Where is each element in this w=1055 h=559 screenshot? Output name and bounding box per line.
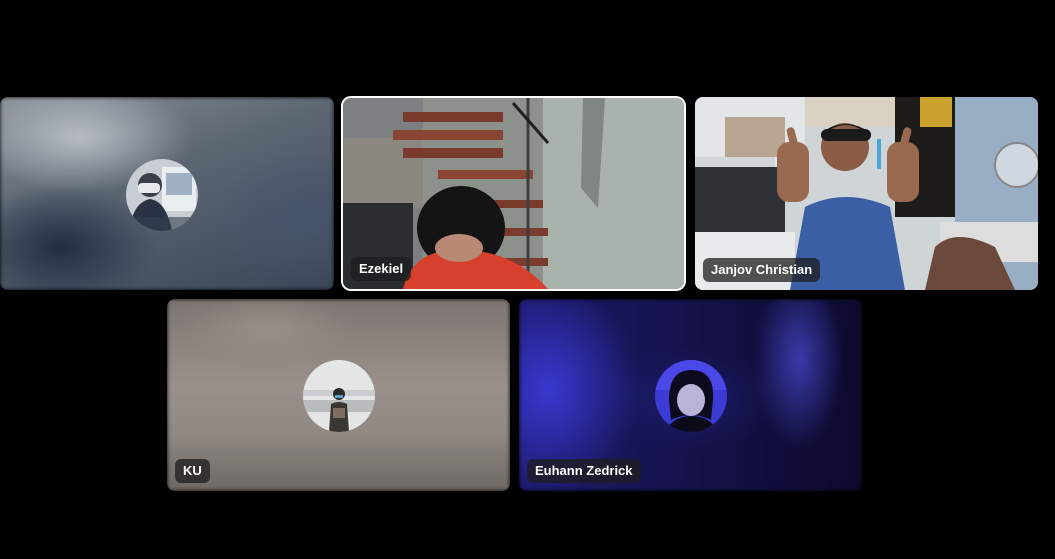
participant-avatar <box>303 360 375 432</box>
participant-avatar <box>126 159 198 231</box>
participant-name-label: Euhann Zedrick <box>527 459 641 483</box>
participant-avatar <box>655 360 727 432</box>
participant-tile-5[interactable]: Euhann Zedrick <box>519 299 862 491</box>
participant-name-label: Ezekiel <box>351 257 412 281</box>
participant-name-label: Janjov Christian <box>703 258 821 282</box>
participant-tile-1[interactable] <box>0 97 334 290</box>
video-call-grid: Ezekiel Janjov Christian KU Euhann Zedri… <box>0 0 1055 559</box>
participant-tile-3[interactable]: Janjov Christian <box>695 97 1038 290</box>
participant-tile-2[interactable]: Ezekiel <box>343 98 684 289</box>
participant-tile-4[interactable]: KU <box>167 299 510 491</box>
participant-name-label: KU <box>175 459 210 483</box>
